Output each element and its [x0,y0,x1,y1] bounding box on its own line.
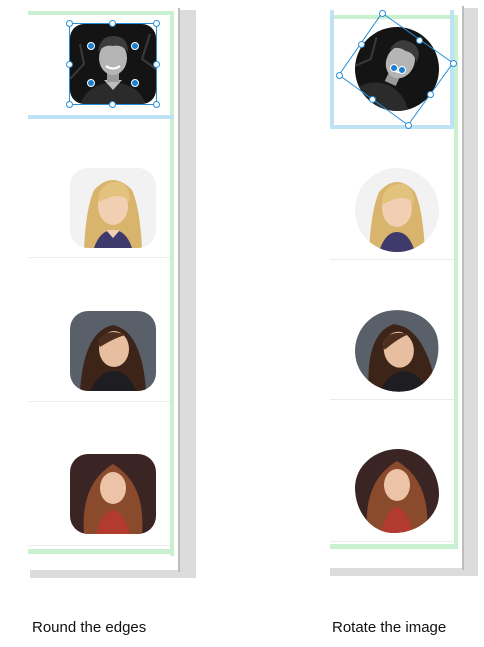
resize-handle-icon[interactable] [153,20,160,27]
left-separator-2 [28,401,170,402]
right-green-bottom [330,544,458,549]
curly-hair-blob-photo[interactable] [355,449,439,533]
resize-handle-icon[interactable] [379,10,386,17]
left-separator-1 [28,257,170,258]
blonde-portrait-photo[interactable] [70,168,156,248]
corner-radius-handle-icon[interactable] [131,42,139,50]
resize-handle-icon[interactable] [416,37,423,44]
resize-handle-icon[interactable] [153,101,160,108]
left-separator-3 [28,545,170,546]
resize-handle-icon[interactable] [336,72,343,79]
resize-handle-icon[interactable] [405,122,412,129]
left-green-bottom [28,549,174,554]
left-panel-edge [178,8,180,572]
right-separator-2 [330,399,454,400]
resize-handle-icon[interactable] [369,96,376,103]
resize-handle-icon[interactable] [427,91,434,98]
resize-handle-icon[interactable] [109,101,116,108]
resize-handle-icon[interactable] [66,61,73,68]
blonde-round-photo[interactable] [355,168,439,252]
rotation-handle-icon[interactable] [398,66,406,74]
resize-handle-icon[interactable] [109,20,116,27]
left-green-right [170,11,174,556]
resize-handle-icon[interactable] [450,60,457,67]
corner-radius-handle-icon[interactable] [87,79,95,87]
resize-handle-icon[interactable] [66,101,73,108]
brunette-portrait-photo[interactable] [70,311,156,391]
corner-radius-handle-icon[interactable] [87,42,95,50]
left-blue-selection-line [28,115,174,119]
resize-handle-icon[interactable] [66,20,73,27]
curly-hair-portrait-photo[interactable] [70,454,156,534]
rotation-handle-icon[interactable] [390,64,398,72]
right-separator-3 [330,541,454,542]
left-selection-box [69,23,157,105]
caption-round-edges: Round the edges [32,619,147,636]
left-green-top [28,11,172,15]
right-separator-1 [330,259,454,260]
resize-handle-icon[interactable] [358,41,365,48]
corner-radius-handle-icon[interactable] [131,79,139,87]
caption-rotate-image: Rotate the image [332,619,447,636]
resize-handle-icon[interactable] [153,61,160,68]
